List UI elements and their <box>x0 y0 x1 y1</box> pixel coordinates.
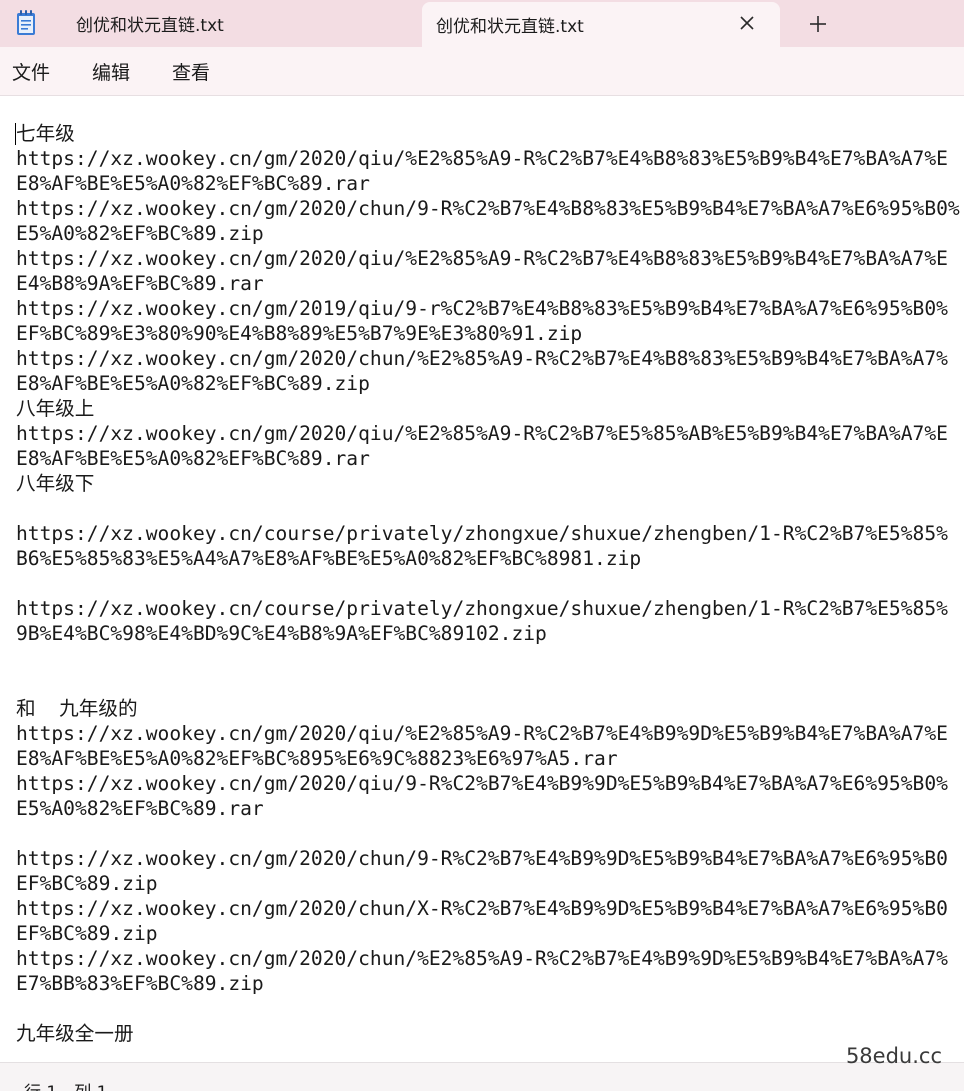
text-line: E5%A0%82%EF%BC%89.zip <box>16 222 264 245</box>
text-line <box>16 646 964 671</box>
text-line: https://xz.wookey.cn/gm/2020/chun/9-R%C2… <box>16 197 960 220</box>
tab-active[interactable]: 创优和状元直链.txt <box>422 2 780 47</box>
text-line: https://xz.wookey.cn/gm/2020/chun/%E2%85… <box>16 347 948 370</box>
text-line: https://xz.wookey.cn/gm/2020/qiu/9-R%C2%… <box>16 772 948 795</box>
text-editor[interactable]: 七年级 https://xz.wookey.cn/gm/2020/qiu/%E2%… <box>0 96 964 1062</box>
text-line: E8%AF%BE%E5%A0%82%EF%BC%895%E6%9C%8823%E… <box>16 747 618 770</box>
text-line: EF%BC%89.zip <box>16 872 158 895</box>
text-line: EF%BC%89%E3%80%90%E4%B8%89%E5%B7%9E%E3%8… <box>16 322 583 345</box>
text-line: E8%AF%BE%E5%A0%82%EF%BC%89.rar <box>16 172 370 195</box>
text-line: https://xz.wookey.cn/gm/2020/qiu/%E2%85%… <box>16 422 948 445</box>
text-caret <box>15 123 16 145</box>
tab-title: 创优和状元直链.txt <box>76 16 224 36</box>
close-icon[interactable] <box>736 12 758 34</box>
text-line: E8%AF%BE%E5%A0%82%EF%BC%89.zip <box>16 372 370 395</box>
text-line <box>16 821 964 846</box>
text-line: 和 九年级的 <box>16 697 138 720</box>
text-line: https://xz.wookey.cn/gm/2019/qiu/9-r%C2%… <box>16 297 948 320</box>
text-line: 七年级 <box>16 122 75 145</box>
cursor-position: 行 1，列 1 <box>24 1078 107 1091</box>
text-line: https://xz.wookey.cn/gm/2020/chun/X-R%C2… <box>16 897 948 920</box>
text-line: B6%E5%85%83%E5%A4%A7%E8%AF%BE%E5%A0%82%E… <box>16 547 642 570</box>
editor-lines: 七年级 https://xz.wookey.cn/gm/2020/qiu/%E2%… <box>16 121 964 1046</box>
text-line: https://xz.wookey.cn/course/privately/zh… <box>16 597 948 620</box>
text-line <box>16 996 964 1021</box>
text-line: E7%BB%83%EF%BC%89.zip <box>16 972 264 995</box>
text-line: https://xz.wookey.cn/gm/2020/qiu/%E2%85%… <box>16 147 948 170</box>
plus-icon[interactable] <box>804 10 832 38</box>
menu-view[interactable]: 查看 <box>172 58 210 85</box>
menu-bar: 文件 编辑 查看 <box>0 47 964 96</box>
text-line: E8%AF%BE%E5%A0%82%EF%BC%89.rar <box>16 447 370 470</box>
text-line <box>16 671 964 696</box>
tab-inactive[interactable]: 创优和状元直链.txt <box>52 0 422 47</box>
menu-edit[interactable]: 编辑 <box>92 58 130 85</box>
text-line: 八年级上 <box>16 397 95 420</box>
status-bar: 行 1，列 1 <box>0 1062 964 1091</box>
text-line: https://xz.wookey.cn/gm/2020/qiu/%E2%85%… <box>16 722 948 745</box>
text-line: 9B%E4%BC%98%E4%BD%9C%E4%B8%9A%EF%BC%8910… <box>16 622 547 645</box>
tab-title: 创优和状元直链.txt <box>436 17 584 37</box>
text-line: https://xz.wookey.cn/gm/2020/chun/9-R%C2… <box>16 847 948 870</box>
text-line: 八年级下 <box>16 472 95 495</box>
notepad-window: 创优和状元直链.txt 创优和状元直链.txt 文件 编辑 查看 七年级 http… <box>0 0 964 1091</box>
text-line <box>16 496 964 521</box>
text-line: E4%B8%9A%EF%BC%89.rar <box>16 272 264 295</box>
text-line: https://xz.wookey.cn/gm/2020/chun/%E2%85… <box>16 947 948 970</box>
watermark: 58edu.cc <box>845 1044 942 1068</box>
text-line: E5%A0%82%EF%BC%89.rar <box>16 797 264 820</box>
text-line: https://xz.wookey.cn/course/privately/zh… <box>16 522 948 545</box>
tab-bar: 创优和状元直链.txt 创优和状元直链.txt <box>0 0 964 47</box>
menu-file[interactable]: 文件 <box>12 58 50 85</box>
text-line: EF%BC%89.zip <box>16 922 158 945</box>
text-line: https://xz.wookey.cn/gm/2020/qiu/%E2%85%… <box>16 247 948 270</box>
notepad-icon <box>17 10 35 35</box>
text-line <box>16 571 964 596</box>
text-line: 九年级全一册 <box>16 1022 134 1045</box>
